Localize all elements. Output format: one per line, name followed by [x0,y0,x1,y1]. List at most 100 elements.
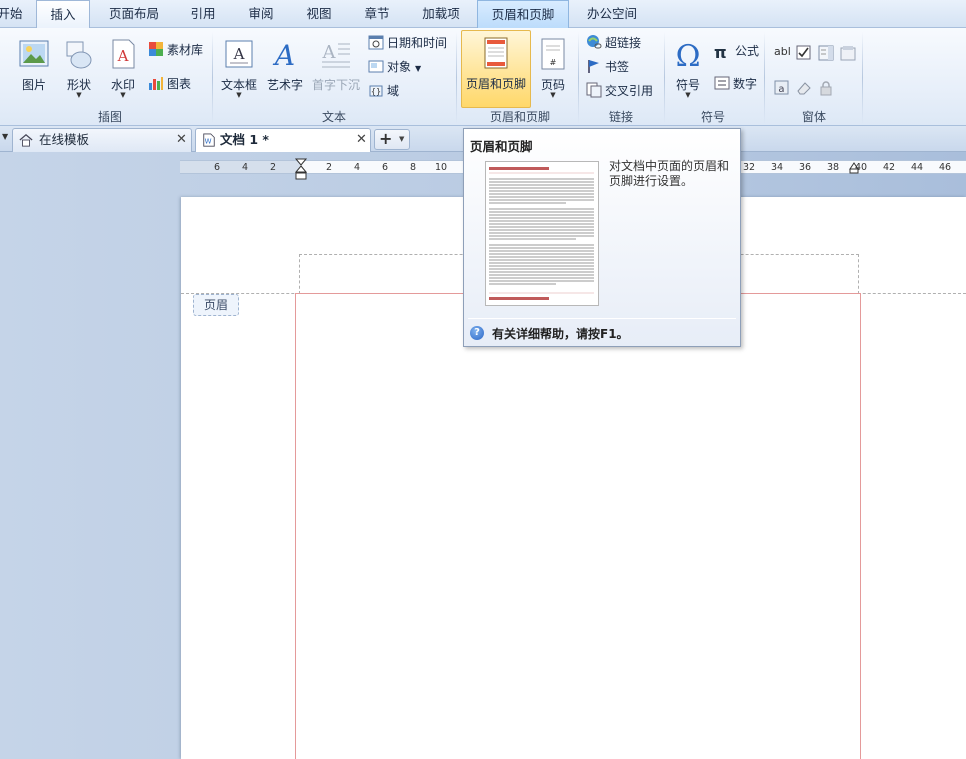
menu-home[interactable]: 开始 [0,0,26,28]
menu-page-layout[interactable]: 页面布局 [100,0,168,28]
omega-icon: Ω [676,39,701,70]
ruler-tick-label: 46 [938,162,952,173]
close-icon[interactable]: ✕ [356,129,367,151]
menu-references[interactable]: 引用 [180,0,226,28]
tab-list-arrow-icon[interactable]: ▼ [2,132,8,141]
symbol-button[interactable]: Ω 符号 ▼ [670,32,706,104]
chart-label: 图表 [167,77,192,91]
plus-icon: + [379,129,393,148]
group-divider [862,32,863,124]
page-number-dropdown-arrow-icon[interactable]: ▼ [536,91,570,99]
menu-section[interactable]: 章节 [354,0,400,28]
header-footer-group-label: 页眉和页脚 [489,110,550,124]
menu-view[interactable]: 视图 [296,0,342,28]
dropdown-form-icon[interactable] [818,45,834,61]
number-icon [714,76,730,90]
hyperlink-label: 超链接 [605,36,642,50]
chevron-down-icon[interactable]: ▼ [399,135,404,143]
watermark-dropdown-arrow-icon[interactable]: ▼ [104,91,142,99]
hyperlink-icon [587,35,602,49]
document-icon: W [203,133,215,147]
object-icon [368,60,384,73]
bookmark-icon [588,60,599,73]
cross-reference-button[interactable]: 交叉引用 [586,81,653,101]
datetime-button[interactable]: 日期和时间 [368,33,447,53]
picture-icon [19,40,49,67]
wordart-button[interactable]: A 艺术字 [264,32,306,104]
svg-text:A: A [117,47,129,65]
watermark-button[interactable]: A 水印 ▼ [104,32,142,104]
hyperlink-button[interactable]: 超链接 [586,33,641,53]
tooltip-preview-thumbnail [485,161,599,306]
new-tab-button[interactable]: + ▼ [374,129,410,150]
ruler-tick-label: 6 [381,162,389,173]
shapes-button[interactable]: 形状 ▼ [60,32,98,104]
ruler-tick-label: 32 [742,162,756,173]
equation-label: 公式 [735,44,760,58]
header-footer-button[interactable]: 页眉和页脚 [461,30,531,108]
shapes-icon [66,41,92,69]
material-library-button[interactable]: 素材库 [148,40,203,60]
pi-icon: π [714,43,727,62]
shapes-dropdown-arrow-icon[interactable]: ▼ [60,91,98,99]
datetime-label: 日期和时间 [387,36,448,50]
forms-group-label: 窗体 [801,110,826,124]
watermark-icon: A [112,39,135,69]
svg-text:W: W [205,138,212,146]
object-button[interactable]: 对象 ▼ [368,57,421,77]
text-field-form-button[interactable]: abl [774,42,791,62]
menu-office-space[interactable]: 办公空间 [578,0,646,28]
ruler-tick-label: 44 [910,162,924,173]
ruler-tick-label: 2 [325,162,333,173]
menu-insert[interactable]: 插入 [36,0,90,29]
ruler-tick-label: 2 [269,162,277,173]
checkbox-form-icon[interactable] [796,45,812,61]
header-footer-icon [484,37,508,69]
symbol-dropdown-arrow-icon[interactable]: ▼ [670,91,706,99]
links-group-label: 链接 [608,110,633,124]
svg-text:Ω: Ω [676,39,701,70]
textbox-dropdown-arrow-icon[interactable]: ▼ [218,91,260,99]
number-button[interactable]: 数字 [714,74,757,94]
chart-button[interactable]: 图表 [148,74,191,94]
group-divider [664,32,665,124]
menu-review[interactable]: 审阅 [238,0,284,28]
ruler-tick-label: 36 [798,162,812,173]
textbox-button[interactable]: A 文本框 ▼ [218,32,260,104]
help-icon: ? [470,326,484,340]
menu-header-footer[interactable]: 页眉和页脚 [477,0,569,28]
bookmark-button[interactable]: 书签 [586,57,629,77]
tab-document-1[interactable]: W 文档 1 * ✕ [195,128,371,153]
equation-button[interactable]: π 公式 [714,41,760,62]
tab-label: 文档 1 * [220,132,269,147]
number-label: 数字 [733,77,758,91]
chart-icon [149,77,163,90]
page-number-button[interactable]: # 页码 ▼ [536,32,570,104]
tab-online-templates[interactable]: 在线模板 ✕ [12,128,192,152]
close-icon[interactable]: ✕ [176,129,187,151]
cross-reference-icon [586,82,602,98]
tooltip-divider [468,318,736,319]
tooltip-help-text: 有关详细帮助，请按F1。 [492,327,629,341]
home-icon [19,133,33,147]
menu-addins[interactable]: 加载项 [412,0,470,28]
header-footer-label: 页眉和页脚 [465,77,526,91]
material-library-icon [149,42,163,56]
tab-label: 在线模板 [39,132,90,147]
symbols-group-label: 符号 [700,110,725,124]
picture-button[interactable]: 图片 [14,32,54,104]
tooltip-description: 对文档中页面的页眉和页脚进行设置。 [609,159,730,188]
object-dropdown-arrow-icon[interactable]: ▼ [415,64,421,73]
bookmark-label: 书签 [605,60,630,74]
form-properties-icon[interactable] [840,45,856,61]
eraser-icon[interactable] [796,80,812,96]
ruler-tick-label: 10 [434,162,448,173]
indent-marker-icon[interactable] [295,158,307,180]
lock-icon[interactable] [818,80,834,96]
frame-form-icon[interactable]: a [774,80,790,96]
document-preview-image [489,167,594,300]
page-number-icon: # [541,38,565,70]
svg-text:A: A [233,45,245,63]
dropcap-button[interactable]: A 首字下沉 [310,32,362,104]
field-button[interactable]: {} 域 [368,81,399,101]
